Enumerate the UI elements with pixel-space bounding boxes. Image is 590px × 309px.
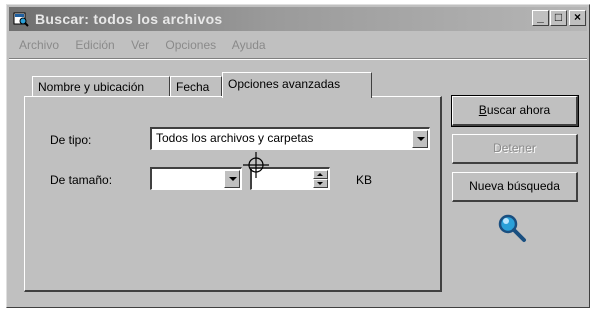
menu-edicion[interactable]: Edición xyxy=(75,38,114,52)
magnifier-icon xyxy=(498,214,526,242)
menu-bar: Archivo Edición Ver Opciones Ayuda xyxy=(19,38,279,52)
search-now-button[interactable]: Buscar ahora xyxy=(451,95,579,127)
close-button[interactable]: × xyxy=(569,10,586,26)
chevron-down-icon[interactable] xyxy=(412,130,428,148)
tab-fecha[interactable]: Fecha xyxy=(170,76,222,98)
tab-opciones-avanzadas[interactable]: Opciones avanzadas xyxy=(222,72,372,98)
type-dropdown[interactable]: Todos los archivos y carpetas xyxy=(150,127,430,150)
window-title: Buscar: todos los archivos xyxy=(35,11,223,27)
menu-separator xyxy=(9,58,587,60)
search-window-icon xyxy=(13,12,29,27)
stop-label: Detener xyxy=(493,141,536,155)
search-now-mnemonic: B xyxy=(478,103,487,117)
maximize-button[interactable]: □ xyxy=(550,10,567,26)
menu-opciones[interactable]: Opciones xyxy=(165,38,216,52)
menu-archivo[interactable]: Archivo xyxy=(19,38,59,52)
spin-down-icon[interactable] xyxy=(313,179,328,188)
new-search-button[interactable]: Nueva búsqueda xyxy=(452,172,578,202)
tab-nombre-ubicacion[interactable]: Nombre y ubicación xyxy=(32,76,170,98)
new-search-label: Nueva búsqueda xyxy=(469,179,560,193)
stop-button[interactable]: Detener xyxy=(452,134,578,164)
spin-up-icon[interactable] xyxy=(313,170,328,179)
tab-panel xyxy=(24,96,442,292)
menu-ayuda[interactable]: Ayuda xyxy=(232,38,266,52)
type-label: De tipo: xyxy=(50,133,92,147)
size-compare-dropdown[interactable] xyxy=(150,167,242,190)
minimize-button[interactable]: _ xyxy=(532,10,549,26)
menu-ver[interactable]: Ver xyxy=(131,38,149,52)
type-dropdown-value: Todos los archivos y carpetas xyxy=(156,131,314,145)
crosshair-cursor-icon xyxy=(243,152,269,178)
title-bar[interactable]: Buscar: todos los archivos _ □ × xyxy=(9,7,587,31)
size-label: De tamaño: xyxy=(50,173,113,187)
size-unit-label: KB xyxy=(356,173,373,187)
chevron-down-icon[interactable] xyxy=(224,170,240,188)
search-now-label: uscar ahora xyxy=(486,103,551,117)
